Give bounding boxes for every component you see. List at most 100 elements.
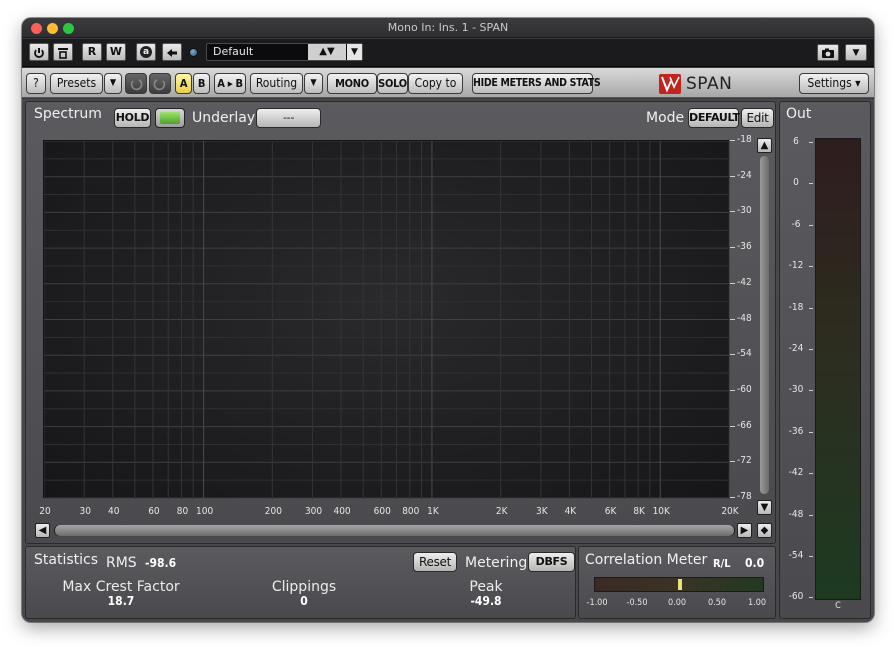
logo-text: SPAN <box>686 74 733 94</box>
vertical-scrollbar[interactable] <box>760 156 769 494</box>
output-tick-mark <box>809 597 813 599</box>
x-tick-label: 100 <box>196 506 214 517</box>
y-tick-mark <box>730 389 735 391</box>
vertical-scroll-handle[interactable] <box>760 156 769 494</box>
undo-icon <box>130 79 143 91</box>
diamond-icon: ◆ <box>760 525 769 536</box>
correlation-bar <box>594 577 764 592</box>
preset-next-prev-button[interactable]: ▲▼ <box>308 44 346 60</box>
y-tick-mark <box>730 211 735 213</box>
preset-dropdown-button[interactable]: ▼ <box>347 44 362 60</box>
scroll-right-button[interactable]: ▶ <box>737 523 752 538</box>
automation-button[interactable]: a <box>136 43 156 61</box>
sidechain-button[interactable] <box>162 43 182 61</box>
reset-button[interactable]: Reset <box>413 552 457 572</box>
voxengo-logo-icon <box>659 74 681 94</box>
power-icon <box>34 48 44 58</box>
x-tick-label: 20K <box>721 506 739 517</box>
clippings-value: 0 <box>300 594 308 608</box>
output-channel-label: C <box>835 601 841 611</box>
y-tick-mark <box>730 497 735 498</box>
arrow-up-icon: ▲ <box>760 140 769 151</box>
write-automation-button[interactable]: W <box>106 43 126 61</box>
output-scale-label: -54 <box>788 550 804 561</box>
output-scale-label: -6 <box>791 218 801 230</box>
zoom-reset-button[interactable]: ◆ <box>757 523 772 538</box>
preset-a-button[interactable]: A <box>175 73 192 94</box>
routing-button[interactable]: Routing <box>250 73 303 94</box>
statistics-panel: Statistics RMS -98.6 Reset Metering DBFS… <box>25 546 576 619</box>
output-title: Out <box>786 106 812 122</box>
rms-value: -98.6 <box>145 556 177 570</box>
output-scale-label: -36 <box>788 425 804 437</box>
automation-a-icon: a <box>140 46 152 58</box>
output-tick-mark <box>809 390 813 392</box>
y-tick-mark <box>730 140 735 141</box>
hide-meters-button[interactable]: HIDE METERS AND STATS <box>472 73 601 94</box>
output-scale-label: 6 <box>793 136 799 147</box>
spectrum-plot[interactable] <box>43 140 730 499</box>
horizontal-scroll-handle[interactable] <box>55 525 734 536</box>
x-tick-label: 800 <box>402 506 420 517</box>
metering-label: Metering <box>465 555 528 571</box>
mono-button[interactable]: MONO <box>327 73 377 94</box>
plugin-toolbar: ? Presets ▼ A B A ▸ B Routing ▼ MONO SOL… <box>22 68 874 98</box>
correlation-scale-label: 0.50 <box>707 598 727 608</box>
arrow-right-icon: ▶ <box>740 525 749 536</box>
presets-button[interactable]: Presets <box>50 73 103 94</box>
read-automation-button[interactable]: R <box>82 43 102 61</box>
output-scale-label: 0 <box>793 177 799 189</box>
horizontal-scrollbar[interactable] <box>54 525 735 536</box>
hold-indicator[interactable] <box>155 108 185 128</box>
bypass-button[interactable] <box>53 43 73 61</box>
help-button[interactable]: ? <box>26 73 46 94</box>
hold-button[interactable]: HOLD <box>114 108 151 128</box>
presets-dropdown-button[interactable]: ▼ <box>104 73 122 94</box>
output-scale-label: -48 <box>788 508 804 520</box>
solo-button[interactable]: SOLO <box>377 73 408 94</box>
camera-icon <box>822 48 834 58</box>
edit-button[interactable]: Edit <box>741 108 774 128</box>
scroll-up-button[interactable]: ▲ <box>757 138 772 153</box>
x-tick-label: 20 <box>39 506 51 517</box>
window-title: Mono In: Ins. 1 - SPAN <box>387 21 509 34</box>
rl-label: R/L <box>713 557 731 570</box>
snapshot-button[interactable] <box>817 44 839 61</box>
output-tick-mark <box>809 183 813 185</box>
preset-selector[interactable]: Default ▲▼ ▼ <box>206 43 363 61</box>
host-menu-dropdown[interactable]: ▼ <box>845 44 867 61</box>
host-toolbar: R W a Default ▲▼ ▼ ▼ <box>22 39 874 67</box>
output-scale-label: -60 <box>788 591 804 603</box>
clippings-label: Clippings <box>271 579 337 595</box>
max-crest-label: Max Crest Factor <box>62 579 180 595</box>
mode-selector[interactable]: DEFAULT <box>688 108 740 128</box>
spectrum-title: Spectrum <box>34 106 102 122</box>
spectrum-grid <box>44 141 730 499</box>
output-tick-mark <box>809 266 813 268</box>
correlation-panel: Correlation Meter R/L 0.0 -1.00 -0.50 0.00… <box>578 546 776 619</box>
settings-button[interactable]: Settings ▾ <box>799 73 869 94</box>
output-scale-label: -12 <box>788 260 804 272</box>
y-tick-mark <box>730 247 735 249</box>
redo-button[interactable] <box>149 73 171 94</box>
x-tick-label: 8K <box>633 506 645 517</box>
preset-b-button[interactable]: B <box>193 73 210 94</box>
power-button[interactable] <box>29 43 49 61</box>
scroll-left-button[interactable]: ◀ <box>35 523 50 538</box>
output-tick-mark <box>809 556 813 557</box>
x-tick-label: 30 <box>79 506 91 517</box>
correlation-scale-label: -1.00 <box>586 598 608 608</box>
routing-dropdown-button[interactable]: ▼ <box>304 73 323 94</box>
peak-value: -49.8 <box>470 594 502 608</box>
copy-a-to-b-button[interactable]: A ▸ B <box>214 73 246 94</box>
peak-label: Peak <box>469 579 503 595</box>
scroll-down-button[interactable]: ▼ <box>757 500 772 515</box>
max-crest-value: 18.7 <box>107 594 135 608</box>
x-tick-label: 60 <box>148 506 160 517</box>
arrow-left-icon: ◀ <box>38 525 47 536</box>
undo-button[interactable] <box>125 73 147 94</box>
underlay-selector[interactable]: --- <box>256 108 321 128</box>
copy-to-button[interactable]: Copy to <box>408 73 463 94</box>
metering-selector[interactable]: DBFS <box>528 552 575 572</box>
x-tick-label: 3K <box>536 506 548 517</box>
